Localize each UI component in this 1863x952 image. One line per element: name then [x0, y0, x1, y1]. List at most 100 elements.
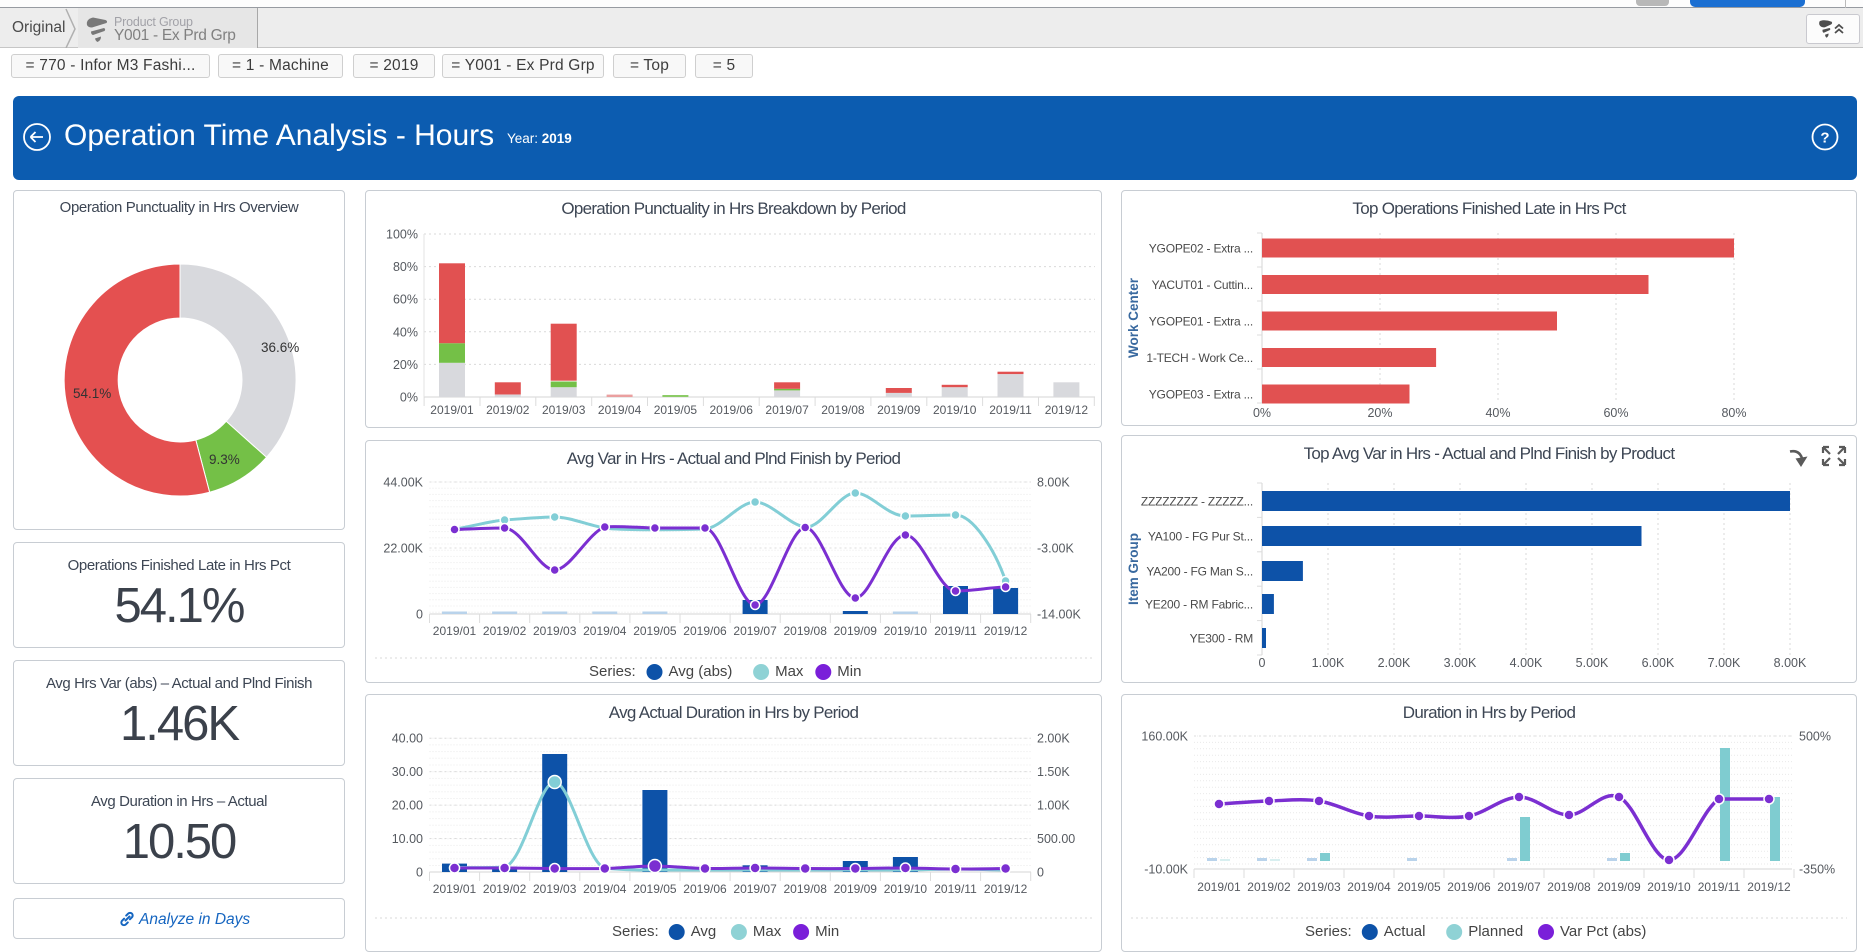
- svg-text:-10.00K: -10.00K: [1144, 863, 1188, 877]
- svg-text:6.00K: 6.00K: [1642, 656, 1675, 670]
- svg-text:2019/01: 2019/01: [433, 624, 477, 638]
- svg-text:2019/10: 2019/10: [884, 624, 928, 638]
- svg-text:Max: Max: [753, 923, 782, 940]
- svg-text:2019/03: 2019/03: [533, 624, 577, 638]
- svg-text:2019/05: 2019/05: [633, 882, 677, 896]
- svg-text:2019/08: 2019/08: [784, 882, 828, 896]
- svg-text:2019/05: 2019/05: [633, 624, 677, 638]
- svg-text:100%: 100%: [386, 228, 418, 242]
- svg-text:2019/09: 2019/09: [834, 882, 878, 896]
- svg-text:9.3%: 9.3%: [209, 452, 240, 467]
- svg-text:20.00: 20.00: [392, 799, 423, 813]
- svg-text:4.00K: 4.00K: [1510, 656, 1543, 670]
- svg-text:YGOPE02 - Extra ...: YGOPE02 - Extra ...: [1149, 242, 1253, 256]
- svg-text:2019/01: 2019/01: [1197, 880, 1241, 894]
- svg-text:2019/02: 2019/02: [483, 624, 527, 638]
- svg-text:YACUT01 - Cuttin...: YACUT01 - Cuttin...: [1152, 278, 1253, 292]
- svg-text:2019/01: 2019/01: [430, 403, 474, 417]
- svg-text:54.1%: 54.1%: [73, 386, 111, 401]
- svg-text:2019/01: 2019/01: [433, 882, 477, 896]
- svg-text:Avg (abs): Avg (abs): [669, 663, 733, 680]
- svg-text:Item Group: Item Group: [1126, 533, 1141, 605]
- svg-text:80%: 80%: [393, 260, 418, 274]
- svg-text:2019/04: 2019/04: [1347, 880, 1391, 894]
- svg-text:Series:: Series:: [589, 663, 636, 680]
- svg-text:Work Center: Work Center: [1126, 277, 1141, 358]
- svg-text:7.00K: 7.00K: [1708, 656, 1741, 670]
- svg-text:2019/03: 2019/03: [1297, 880, 1341, 894]
- svg-text:Min: Min: [837, 663, 861, 680]
- svg-text:2019/11: 2019/11: [934, 624, 977, 638]
- svg-text:2019/05: 2019/05: [1397, 880, 1441, 894]
- svg-text:0: 0: [1259, 656, 1266, 670]
- svg-text:1.00K: 1.00K: [1312, 656, 1345, 670]
- svg-text:2019/08: 2019/08: [784, 624, 828, 638]
- svg-text:1.00K: 1.00K: [1037, 799, 1070, 813]
- svg-text:2019/12: 2019/12: [1747, 880, 1791, 894]
- svg-text:2019/06: 2019/06: [683, 624, 727, 638]
- svg-text:2019/06: 2019/06: [710, 403, 754, 417]
- svg-text:2019/12: 2019/12: [984, 882, 1028, 896]
- svg-text:2019/04: 2019/04: [583, 624, 627, 638]
- svg-text:1-TECH - Work Ce...: 1-TECH - Work Ce...: [1146, 351, 1253, 365]
- svg-text:YGOPE01 - Extra ...: YGOPE01 - Extra ...: [1149, 315, 1253, 329]
- svg-text:2019/10: 2019/10: [933, 403, 977, 417]
- svg-text:80%: 80%: [1721, 406, 1746, 420]
- svg-text:44.00K: 44.00K: [383, 476, 423, 490]
- svg-text:40%: 40%: [1485, 406, 1510, 420]
- svg-text:500.00: 500.00: [1037, 832, 1075, 846]
- svg-text:Max: Max: [775, 663, 804, 680]
- svg-text:2019/12: 2019/12: [1045, 403, 1089, 417]
- svg-text:2019/11: 2019/11: [934, 882, 977, 896]
- svg-text:2019/07: 2019/07: [765, 403, 809, 417]
- svg-text:YE200 - RM Fabric...: YE200 - RM Fabric...: [1145, 598, 1253, 612]
- svg-text:8.00K: 8.00K: [1774, 656, 1807, 670]
- svg-text:36.6%: 36.6%: [261, 340, 299, 355]
- svg-text:1.50K: 1.50K: [1037, 765, 1070, 779]
- svg-text:2019/08: 2019/08: [1547, 880, 1591, 894]
- svg-text:0: 0: [416, 608, 423, 622]
- svg-text:2019/09: 2019/09: [877, 403, 921, 417]
- svg-text:20%: 20%: [1367, 406, 1392, 420]
- svg-text:Series:: Series:: [1305, 923, 1352, 940]
- svg-text:2019/08: 2019/08: [821, 403, 865, 417]
- svg-text:160.00K: 160.00K: [1141, 730, 1188, 744]
- svg-text:2019/02: 2019/02: [486, 403, 530, 417]
- svg-text:2019/10: 2019/10: [884, 882, 928, 896]
- svg-text:2019/05: 2019/05: [654, 403, 698, 417]
- svg-text:0%: 0%: [1253, 406, 1271, 420]
- svg-text:2019/06: 2019/06: [683, 882, 727, 896]
- svg-text:2019/04: 2019/04: [583, 882, 627, 896]
- svg-text:8.00K: 8.00K: [1037, 476, 1070, 490]
- svg-text:60%: 60%: [393, 293, 418, 307]
- svg-text:40%: 40%: [393, 325, 418, 339]
- svg-text:2019/07: 2019/07: [733, 882, 777, 896]
- svg-text:0: 0: [416, 866, 423, 880]
- svg-text:2.00K: 2.00K: [1037, 732, 1070, 746]
- svg-text:YGOPE03 - Extra ...: YGOPE03 - Extra ...: [1149, 388, 1253, 402]
- svg-text:2019/04: 2019/04: [598, 403, 642, 417]
- svg-text:2019/12: 2019/12: [984, 624, 1028, 638]
- svg-text:2.00K: 2.00K: [1378, 656, 1411, 670]
- svg-text:2019/10: 2019/10: [1647, 880, 1691, 894]
- svg-text:2019/09: 2019/09: [834, 624, 878, 638]
- svg-text:-3.00K: -3.00K: [1037, 542, 1074, 556]
- svg-text:2019/06: 2019/06: [1447, 880, 1491, 894]
- svg-text:2019/03: 2019/03: [533, 882, 577, 896]
- svg-text:2019/11: 2019/11: [1698, 880, 1741, 894]
- svg-text:60%: 60%: [1603, 406, 1628, 420]
- svg-text:5.00K: 5.00K: [1576, 656, 1609, 670]
- svg-text:Planned: Planned: [1468, 923, 1523, 940]
- svg-text:-14.00K: -14.00K: [1037, 608, 1081, 622]
- svg-text:2019/09: 2019/09: [1597, 880, 1641, 894]
- svg-text:YA200 - FG Man S...: YA200 - FG Man S...: [1146, 565, 1253, 579]
- svg-text:0: 0: [1037, 866, 1044, 880]
- svg-text:2019/07: 2019/07: [1497, 880, 1541, 894]
- svg-text:22.00K: 22.00K: [383, 542, 423, 556]
- svg-text:-350%: -350%: [1799, 863, 1835, 877]
- svg-text:40.00: 40.00: [392, 732, 423, 746]
- svg-text:YE300 - RM: YE300 - RM: [1190, 632, 1254, 646]
- svg-text:2019/02: 2019/02: [483, 882, 527, 896]
- svg-text:3.00K: 3.00K: [1444, 656, 1477, 670]
- svg-text:2019/03: 2019/03: [542, 403, 586, 417]
